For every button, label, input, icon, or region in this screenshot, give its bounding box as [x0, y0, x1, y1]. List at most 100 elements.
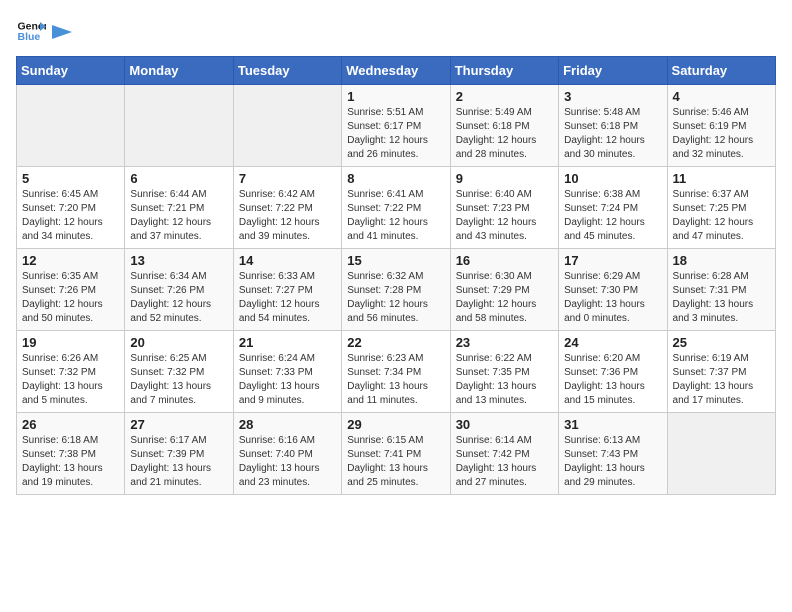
day-content: Sunrise: 6:17 AMSunset: 7:39 PMDaylight:… — [130, 434, 227, 490]
day-number: 24 — [564, 335, 661, 350]
calendar-cell: 9Sunrise: 6:40 AMSunset: 7:23 PMDaylight… — [450, 167, 558, 249]
calendar-header-row: SundayMondayTuesdayWednesdayThursdayFrid… — [17, 57, 776, 85]
day-content: Sunrise: 6:15 AMSunset: 7:41 PMDaylight:… — [347, 434, 444, 490]
day-content: Sunrise: 6:28 AMSunset: 7:31 PMDaylight:… — [673, 270, 770, 326]
logo: General Blue — [16, 16, 72, 46]
header-saturday: Saturday — [667, 57, 775, 85]
day-content: Sunrise: 6:32 AMSunset: 7:28 PMDaylight:… — [347, 270, 444, 326]
calendar-cell: 23Sunrise: 6:22 AMSunset: 7:35 PMDayligh… — [450, 331, 558, 413]
day-number: 1 — [347, 89, 444, 104]
day-number: 4 — [673, 89, 770, 104]
day-number: 21 — [239, 335, 336, 350]
day-content: Sunrise: 6:38 AMSunset: 7:24 PMDaylight:… — [564, 188, 661, 244]
calendar-cell: 6 Sunrise: 6:44 AMSunset: 7:21 PMDaylight… — [125, 167, 233, 249]
day-number: 16 — [456, 253, 553, 268]
day-number: 25 — [673, 335, 770, 350]
day-number: 28 — [239, 417, 336, 432]
day-content: Sunrise: 6:13 AMSunset: 7:43 PMDaylight:… — [564, 434, 661, 490]
day-number: 6 — [130, 171, 227, 186]
calendar-cell: 1Sunrise: 5:51 AMSunset: 6:17 PMDaylight… — [342, 85, 450, 167]
calendar-week-row: 1Sunrise: 5:51 AMSunset: 6:17 PMDaylight… — [17, 85, 776, 167]
calendar-cell: 24 Sunrise: 6:20 AMSunset: 7:36 PMDayligh… — [559, 331, 667, 413]
day-number: 15 — [347, 253, 444, 268]
calendar-week-row: 26Sunrise: 6:18 AMSunset: 7:38 PMDayligh… — [17, 413, 776, 495]
day-content: Sunrise: 6:20 AMSunset: 7:36 PMDaylight:… — [564, 352, 661, 408]
day-content: Sunrise: 6:23 AMSunset: 7:34 PMDaylight:… — [347, 352, 444, 408]
day-number: 23 — [456, 335, 553, 350]
day-content: Sunrise: 6:42 AMSunset: 7:22 PMDaylight:… — [239, 188, 336, 244]
calendar-week-row: 5 Sunrise: 6:45 AMSunset: 7:20 PMDaylight… — [17, 167, 776, 249]
calendar-cell — [233, 85, 341, 167]
header-monday: Monday — [125, 57, 233, 85]
day-number: 30 — [456, 417, 553, 432]
day-content: Sunrise: 5:48 AMSunset: 6:18 PMDaylight:… — [564, 106, 661, 162]
day-number: 5 — [22, 171, 119, 186]
day-number: 27 — [130, 417, 227, 432]
day-content: Sunrise: 6:16 AMSunset: 7:40 PMDaylight:… — [239, 434, 336, 490]
header-thursday: Thursday — [450, 57, 558, 85]
day-content: Sunrise: 6:24 AMSunset: 7:33 PMDaylight:… — [239, 352, 336, 408]
calendar-cell: 5 Sunrise: 6:45 AMSunset: 7:20 PMDaylight… — [17, 167, 125, 249]
calendar-cell: 14 Sunrise: 6:33 AMSunset: 7:27 PMDayligh… — [233, 249, 341, 331]
calendar-cell — [125, 85, 233, 167]
day-number: 13 — [130, 253, 227, 268]
calendar-cell: 19Sunrise: 6:26 AMSunset: 7:32 PMDayligh… — [17, 331, 125, 413]
day-content: Sunrise: 6:29 AMSunset: 7:30 PMDaylight:… — [564, 270, 661, 326]
day-content: Sunrise: 5:46 AMSunset: 6:19 PMDaylight:… — [673, 106, 770, 162]
calendar-cell: 8 Sunrise: 6:41 AMSunset: 7:22 PMDaylight… — [342, 167, 450, 249]
day-number: 17 — [564, 253, 661, 268]
page-header: General Blue — [16, 16, 776, 46]
logo-arrow-icon — [52, 25, 72, 39]
calendar-cell: 7 Sunrise: 6:42 AMSunset: 7:22 PMDaylight… — [233, 167, 341, 249]
calendar-week-row: 19Sunrise: 6:26 AMSunset: 7:32 PMDayligh… — [17, 331, 776, 413]
calendar-table: SundayMondayTuesdayWednesdayThursdayFrid… — [16, 56, 776, 495]
day-number: 22 — [347, 335, 444, 350]
calendar-cell: 4 Sunrise: 5:46 AMSunset: 6:19 PMDaylight… — [667, 85, 775, 167]
header-friday: Friday — [559, 57, 667, 85]
day-number: 14 — [239, 253, 336, 268]
calendar-cell: 11 Sunrise: 6:37 AMSunset: 7:25 PMDayligh… — [667, 167, 775, 249]
day-content: Sunrise: 6:34 AMSunset: 7:26 PMDaylight:… — [130, 270, 227, 326]
calendar-cell: 22 Sunrise: 6:23 AMSunset: 7:34 PMDayligh… — [342, 331, 450, 413]
day-content: Sunrise: 6:19 AMSunset: 7:37 PMDaylight:… — [673, 352, 770, 408]
calendar-cell: 10 Sunrise: 6:38 AMSunset: 7:24 PMDayligh… — [559, 167, 667, 249]
calendar-cell: 25 Sunrise: 6:19 AMSunset: 7:37 PMDayligh… — [667, 331, 775, 413]
day-number: 3 — [564, 89, 661, 104]
day-content: Sunrise: 6:30 AMSunset: 7:29 PMDaylight:… — [456, 270, 553, 326]
logo-icon: General Blue — [16, 16, 46, 46]
day-content: Sunrise: 6:45 AMSunset: 7:20 PMDaylight:… — [22, 188, 119, 244]
calendar-cell: 12Sunrise: 6:35 AMSunset: 7:26 PMDayligh… — [17, 249, 125, 331]
calendar-cell: 16 Sunrise: 6:30 AMSunset: 7:29 PMDayligh… — [450, 249, 558, 331]
day-content: Sunrise: 6:44 AMSunset: 7:21 PMDaylight:… — [130, 188, 227, 244]
day-number: 8 — [347, 171, 444, 186]
day-content: Sunrise: 6:41 AMSunset: 7:22 PMDaylight:… — [347, 188, 444, 244]
calendar-cell: 18Sunrise: 6:28 AMSunset: 7:31 PMDayligh… — [667, 249, 775, 331]
day-number: 31 — [564, 417, 661, 432]
svg-text:Blue: Blue — [18, 31, 41, 43]
day-content: Sunrise: 6:26 AMSunset: 7:32 PMDaylight:… — [22, 352, 119, 408]
header-wednesday: Wednesday — [342, 57, 450, 85]
calendar-week-row: 12Sunrise: 6:35 AMSunset: 7:26 PMDayligh… — [17, 249, 776, 331]
calendar-cell: 31 Sunrise: 6:13 AMSunset: 7:43 PMDayligh… — [559, 413, 667, 495]
day-content: Sunrise: 6:37 AMSunset: 7:25 PMDaylight:… — [673, 188, 770, 244]
calendar-cell: 29Sunrise: 6:15 AMSunset: 7:41 PMDayligh… — [342, 413, 450, 495]
day-number: 7 — [239, 171, 336, 186]
calendar-cell: 28 Sunrise: 6:16 AMSunset: 7:40 PMDayligh… — [233, 413, 341, 495]
calendar-cell: 2Sunrise: 5:49 AMSunset: 6:18 PMDaylight… — [450, 85, 558, 167]
calendar-cell: 26Sunrise: 6:18 AMSunset: 7:38 PMDayligh… — [17, 413, 125, 495]
day-number: 10 — [564, 171, 661, 186]
day-number: 2 — [456, 89, 553, 104]
day-content: Sunrise: 6:33 AMSunset: 7:27 PMDaylight:… — [239, 270, 336, 326]
calendar-cell: 20 Sunrise: 6:25 AMSunset: 7:32 PMDayligh… — [125, 331, 233, 413]
calendar-cell: 27 Sunrise: 6:17 AMSunset: 7:39 PMDayligh… — [125, 413, 233, 495]
day-number: 12 — [22, 253, 119, 268]
day-content: Sunrise: 6:40 AMSunset: 7:23 PMDaylight:… — [456, 188, 553, 244]
calendar-cell: 15 Sunrise: 6:32 AMSunset: 7:28 PMDayligh… — [342, 249, 450, 331]
calendar-cell: 17 Sunrise: 6:29 AMSunset: 7:30 PMDayligh… — [559, 249, 667, 331]
day-content: Sunrise: 6:25 AMSunset: 7:32 PMDaylight:… — [130, 352, 227, 408]
calendar-cell: 13 Sunrise: 6:34 AMSunset: 7:26 PMDayligh… — [125, 249, 233, 331]
calendar-cell: 30Sunrise: 6:14 AMSunset: 7:42 PMDayligh… — [450, 413, 558, 495]
day-number: 11 — [673, 171, 770, 186]
day-number: 20 — [130, 335, 227, 350]
calendar-cell: 21 Sunrise: 6:24 AMSunset: 7:33 PMDayligh… — [233, 331, 341, 413]
